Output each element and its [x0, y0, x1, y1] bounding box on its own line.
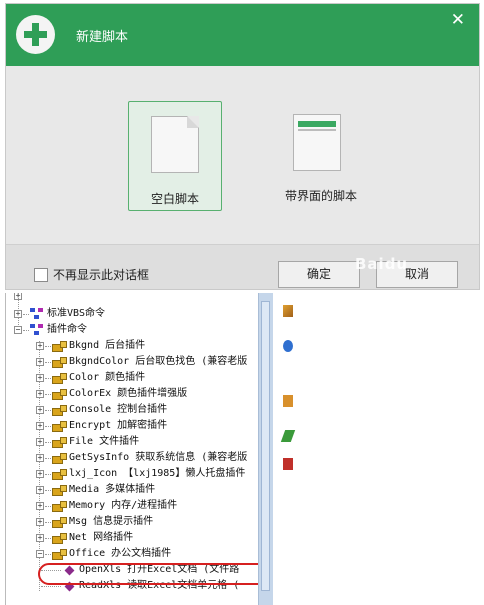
plugin-icon — [52, 341, 67, 352]
plugin-icon — [52, 517, 67, 528]
tree-row-label: Office 办公文档插件 — [69, 548, 172, 559]
toolbar-info-icon[interactable] — [283, 340, 293, 352]
toolbar-tool-icon[interactable] — [283, 305, 293, 317]
tree-row-label: File 文件插件 — [69, 436, 140, 447]
ui-script-option[interactable]: 带界面的脚本 — [266, 101, 376, 211]
expand-icon[interactable]: + — [36, 438, 44, 446]
tree-row-label: BkgndColor 后台取色找色 (兼容老版 — [69, 356, 248, 367]
plugin-icon — [52, 421, 67, 432]
command-icon — [30, 308, 44, 320]
command-tree: + + 标准VBS命令 − 插件命令 + Bkgnd 后台插件 + BkgndColor 后台取… — [5, 293, 259, 605]
tree-row[interactable]: + Bkgnd 后台插件 — [6, 338, 259, 354]
tree-row-label: lxj_Icon 【lxj1985】懒人托盘插件 — [69, 468, 246, 479]
dont-show-again-checkbox[interactable] — [34, 268, 48, 282]
expand-icon[interactable]: + — [36, 422, 44, 430]
tree-row[interactable]: − 插件命令 — [6, 322, 259, 338]
tree-row-label: Console 控制台插件 — [69, 404, 168, 415]
toolbar-delete-icon[interactable] — [283, 458, 293, 470]
expand-icon[interactable]: + — [36, 470, 44, 478]
expand-icon[interactable]: + — [36, 454, 44, 462]
watermark-text: Baidu — [355, 255, 409, 273]
close-icon[interactable]: ✕ — [451, 10, 465, 30]
editor-toolbar-area — [273, 293, 484, 605]
tree-row-label: GetSysInfo 获取系统信息 (兼容老版 — [69, 452, 248, 463]
plugin-icon — [52, 533, 67, 544]
window-document-icon — [293, 114, 341, 171]
tree-row-label: Bkgnd 后台插件 — [69, 340, 146, 351]
plugin-icon — [52, 389, 67, 400]
tree-row-label: Net 网络插件 — [69, 532, 134, 543]
plugin-icon — [52, 469, 67, 480]
expand-icon[interactable]: + — [36, 390, 44, 398]
expand-icon[interactable]: + — [36, 358, 44, 366]
tree-row[interactable]: + Media 多媒体插件 — [6, 482, 259, 498]
tree-row-partial[interactable]: + — [6, 293, 259, 304]
blank-document-icon — [151, 116, 199, 173]
expand-icon[interactable]: + — [14, 310, 22, 318]
plugin-icon — [52, 549, 67, 560]
plugin-icon — [52, 501, 67, 512]
new-script-dialog: 新建脚本 ✕ 空白脚本 带界面的脚本 不再显示此对话框 确定 取消 — [5, 3, 480, 290]
command-icon — [30, 324, 44, 336]
expand-icon[interactable]: + — [36, 534, 44, 542]
expand-icon[interactable]: + — [36, 486, 44, 494]
dont-show-again-label: 不再显示此对话框 — [53, 268, 150, 282]
tree-row-label: ColorEx 颜色插件增强版 — [69, 388, 188, 399]
tree-row[interactable]: + 标准VBS命令 — [6, 306, 259, 322]
tree-row[interactable]: + Console 控制台插件 — [6, 402, 259, 418]
blank-script-option[interactable]: 空白脚本 — [128, 101, 222, 211]
tree-row[interactable]: + Net 网络插件 — [6, 530, 259, 546]
tree-row-label: Msg 信息提示插件 — [69, 516, 154, 527]
dialog-header: 新建脚本 ✕ — [6, 4, 479, 66]
tree-row-label: Memory 内存/进程插件 — [69, 500, 178, 511]
tree-row[interactable]: + File 文件插件 — [6, 434, 259, 450]
tree-row[interactable]: + lxj_Icon 【lxj1985】懒人托盘插件 — [6, 466, 259, 482]
ui-script-label: 带界面的脚本 — [284, 189, 357, 203]
tree-row[interactable]: + Msg 信息提示插件 — [6, 514, 259, 530]
plugin-icon — [52, 405, 67, 416]
tree-row[interactable]: + GetSysInfo 获取系统信息 (兼容老版 — [6, 450, 259, 466]
tree-row-label: Color 颜色插件 — [69, 372, 146, 383]
plugin-icon — [52, 485, 67, 496]
expand-icon[interactable]: + — [36, 502, 44, 510]
tree-row[interactable]: − Office 办公文档插件 — [6, 546, 259, 562]
tree-row[interactable]: + Color 颜色插件 — [6, 370, 259, 386]
expand-icon[interactable]: + — [36, 374, 44, 382]
expand-icon[interactable]: + — [36, 518, 44, 526]
tree-row[interactable]: + Memory 内存/进程插件 — [6, 498, 259, 514]
expand-icon[interactable]: + — [36, 406, 44, 414]
collapse-icon[interactable]: − — [36, 550, 44, 558]
tree-row[interactable]: + Encrypt 加解密插件 — [6, 418, 259, 434]
plugin-icon — [52, 373, 67, 384]
tree-row[interactable]: + ColorEx 颜色插件增强版 — [6, 386, 259, 402]
highlight-oval — [38, 563, 288, 585]
dialog-title: 新建脚本 — [76, 30, 129, 45]
tree-row[interactable]: + BkgndColor 后台取色找色 (兼容老版 — [6, 354, 259, 370]
plugin-icon — [52, 437, 67, 448]
expand-icon[interactable]: + — [36, 342, 44, 350]
collapse-icon[interactable]: − — [14, 326, 22, 334]
tree-row-label: 插件命令 — [47, 324, 87, 335]
tree-row-label: 标准VBS命令 — [47, 308, 106, 319]
plugin-icon — [52, 453, 67, 464]
scrollbar-thumb[interactable] — [261, 301, 270, 591]
toolbar-folder-icon[interactable] — [283, 395, 293, 407]
plus-logo-icon — [16, 15, 55, 54]
tree-row-label: Encrypt 加解密插件 — [69, 420, 168, 431]
tree-row-label: Media 多媒体插件 — [69, 484, 156, 495]
ok-button[interactable]: 确定 — [278, 261, 360, 288]
plugin-icon — [52, 357, 67, 368]
tree-scrollbar[interactable] — [258, 293, 273, 605]
blank-script-label: 空白脚本 — [150, 192, 199, 206]
